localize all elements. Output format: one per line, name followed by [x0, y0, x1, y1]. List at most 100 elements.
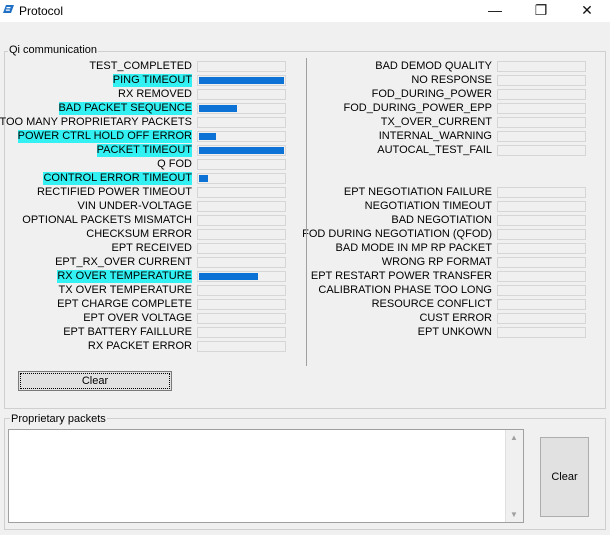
- proprietary-packets-label: Proprietary packets: [10, 413, 107, 425]
- status-progress-bar: [197, 257, 286, 268]
- status-progress-bar: [197, 215, 286, 226]
- status-progress-bar: [497, 313, 586, 324]
- status-label: BAD DEMOD QUALITY: [375, 60, 492, 72]
- status-progress-bar: [497, 229, 586, 240]
- status-label: EPT CHARGE COMPLETE: [57, 298, 192, 310]
- status-progress-bar: [497, 89, 586, 100]
- progress-fill: [199, 133, 216, 140]
- status-progress-bar: [497, 257, 586, 268]
- status-label: EPT RESTART POWER TRANSFER: [310, 270, 492, 282]
- status-progress-bar: [497, 285, 586, 296]
- qi-clear-button[interactable]: Clear: [18, 371, 172, 391]
- status-label: EPT_RX_OVER CURRENT: [55, 256, 192, 268]
- close-button[interactable]: ✕: [564, 0, 610, 22]
- status-progress-bar: [197, 103, 286, 114]
- status-label: CUST ERROR: [419, 312, 492, 324]
- status-label: OPTIONAL PACKETS MISMATCH: [22, 214, 192, 226]
- status-progress-bar: [197, 327, 286, 338]
- minimize-button[interactable]: —: [472, 0, 518, 22]
- scroll-up-icon[interactable]: ▲: [510, 433, 518, 442]
- scroll-down-icon[interactable]: ▼: [510, 510, 518, 519]
- status-label: WRONG RP FORMAT: [381, 256, 492, 268]
- status-label: NEGOTIATION TIMEOUT: [364, 200, 492, 212]
- proprietary-clear-button[interactable]: Clear: [540, 437, 589, 517]
- status-label: TEST_COMPLETED: [89, 60, 192, 72]
- status-label: RX PACKET ERROR: [87, 340, 192, 352]
- status-label: VIN UNDER-VOLTAGE: [77, 200, 193, 212]
- status-progress-bar: [497, 75, 586, 86]
- status-label: CALIBRATION PHASE TOO LONG: [318, 284, 492, 296]
- status-progress-bar: [497, 201, 586, 212]
- status-label: NO RESPONSE: [411, 74, 492, 86]
- status-progress-bar: [497, 131, 586, 142]
- status-progress-bar: [197, 243, 286, 254]
- status-progress-bar: [497, 103, 586, 114]
- status-label: EPT UNKOWN: [417, 326, 492, 338]
- status-progress-bar: [197, 75, 286, 86]
- status-progress-bar: [197, 285, 286, 296]
- qi-communication-label: Qi communication: [8, 44, 99, 56]
- st-logo-icon: [3, 5, 14, 13]
- status-progress-bar: [497, 243, 586, 254]
- status-progress-bar: [497, 215, 586, 226]
- status-progress-bar: [197, 187, 286, 198]
- status-progress-bar: [497, 299, 586, 310]
- status-label: FOD DURING NEGOTIATION (QFOD): [302, 228, 492, 240]
- progress-fill: [199, 105, 237, 112]
- status-label: EPT OVER VOLTAGE: [83, 312, 192, 324]
- status-label: BAD MODE IN MP RP PACKET: [335, 242, 492, 254]
- status-progress-bar: [197, 117, 286, 128]
- column-divider: [306, 58, 307, 366]
- status-label: FOD_DURING_POWER: [371, 88, 492, 100]
- status-progress-bar: [497, 145, 586, 156]
- maximize-button[interactable]: ❐: [518, 0, 564, 22]
- status-label: POWER CTRL HOLD OFF ERROR: [17, 130, 192, 143]
- vertical-scrollbar[interactable]: ▲ ▼: [505, 430, 523, 522]
- title-bar: Protocol — ❐ ✕: [0, 0, 610, 22]
- status-progress-bar: [197, 131, 286, 142]
- status-progress-bar: [197, 313, 286, 324]
- progress-fill: [199, 77, 284, 84]
- status-label: RX OVER TEMPERATURE: [57, 270, 192, 283]
- status-progress-bar: [497, 327, 586, 338]
- status-label: CONTROL ERROR TIMEOUT: [43, 172, 192, 185]
- progress-fill: [199, 175, 208, 182]
- status-progress-bar: [197, 61, 286, 72]
- status-progress-bar: [197, 145, 286, 156]
- progress-fill: [199, 147, 284, 154]
- status-label: EPT NEGOTIATION FAILURE: [343, 186, 492, 198]
- status-progress-bar: [197, 299, 286, 310]
- window-title: Protocol: [19, 4, 64, 18]
- status-progress-bar: [197, 201, 286, 212]
- status-label: RX REMOVED: [118, 88, 192, 100]
- status-label: FOD_DURING_POWER_EPP: [343, 102, 492, 114]
- close-icon: ✕: [581, 2, 593, 18]
- status-label: TX_OVER_CURRENT: [380, 116, 492, 128]
- maximize-icon: ❐: [534, 2, 548, 18]
- status-label: EPT BATTERY FAILLURE: [63, 326, 192, 338]
- status-label: PING TIMEOUT: [112, 74, 192, 87]
- status-label: CHECKSUM ERROR: [86, 228, 192, 240]
- status-label: RECTIFIED POWER TIMEOUT: [36, 186, 192, 198]
- status-progress-bar: [497, 271, 586, 282]
- status-progress-bar: [497, 61, 586, 72]
- status-label: Q FOD: [157, 158, 192, 170]
- status-progress-bar: [497, 187, 586, 198]
- status-progress-bar: [197, 271, 286, 282]
- status-label: INTERNAL_WARNING: [378, 130, 492, 142]
- status-progress-bar: [197, 341, 286, 352]
- status-progress-bar: [197, 89, 286, 100]
- proprietary-packets-textarea[interactable]: ▲ ▼: [8, 429, 524, 523]
- progress-fill: [199, 273, 258, 280]
- status-progress-bar: [497, 117, 586, 128]
- status-label: EPT RECEIVED: [111, 242, 193, 254]
- status-progress-bar: [197, 159, 286, 170]
- status-label: PACKET TIMEOUT: [96, 144, 192, 157]
- minimize-icon: —: [488, 2, 502, 18]
- status-progress-bar: [197, 229, 286, 240]
- status-label: BAD PACKET SEQUENCE: [58, 102, 192, 115]
- status-label: RESOURCE CONFLICT: [371, 298, 492, 310]
- status-label: BAD NEGOTIATION: [391, 214, 492, 226]
- status-label: AUTOCAL_TEST_FAIL: [377, 144, 492, 156]
- status-label: TOO MANY PROPRIETARY PACKETS: [0, 116, 192, 128]
